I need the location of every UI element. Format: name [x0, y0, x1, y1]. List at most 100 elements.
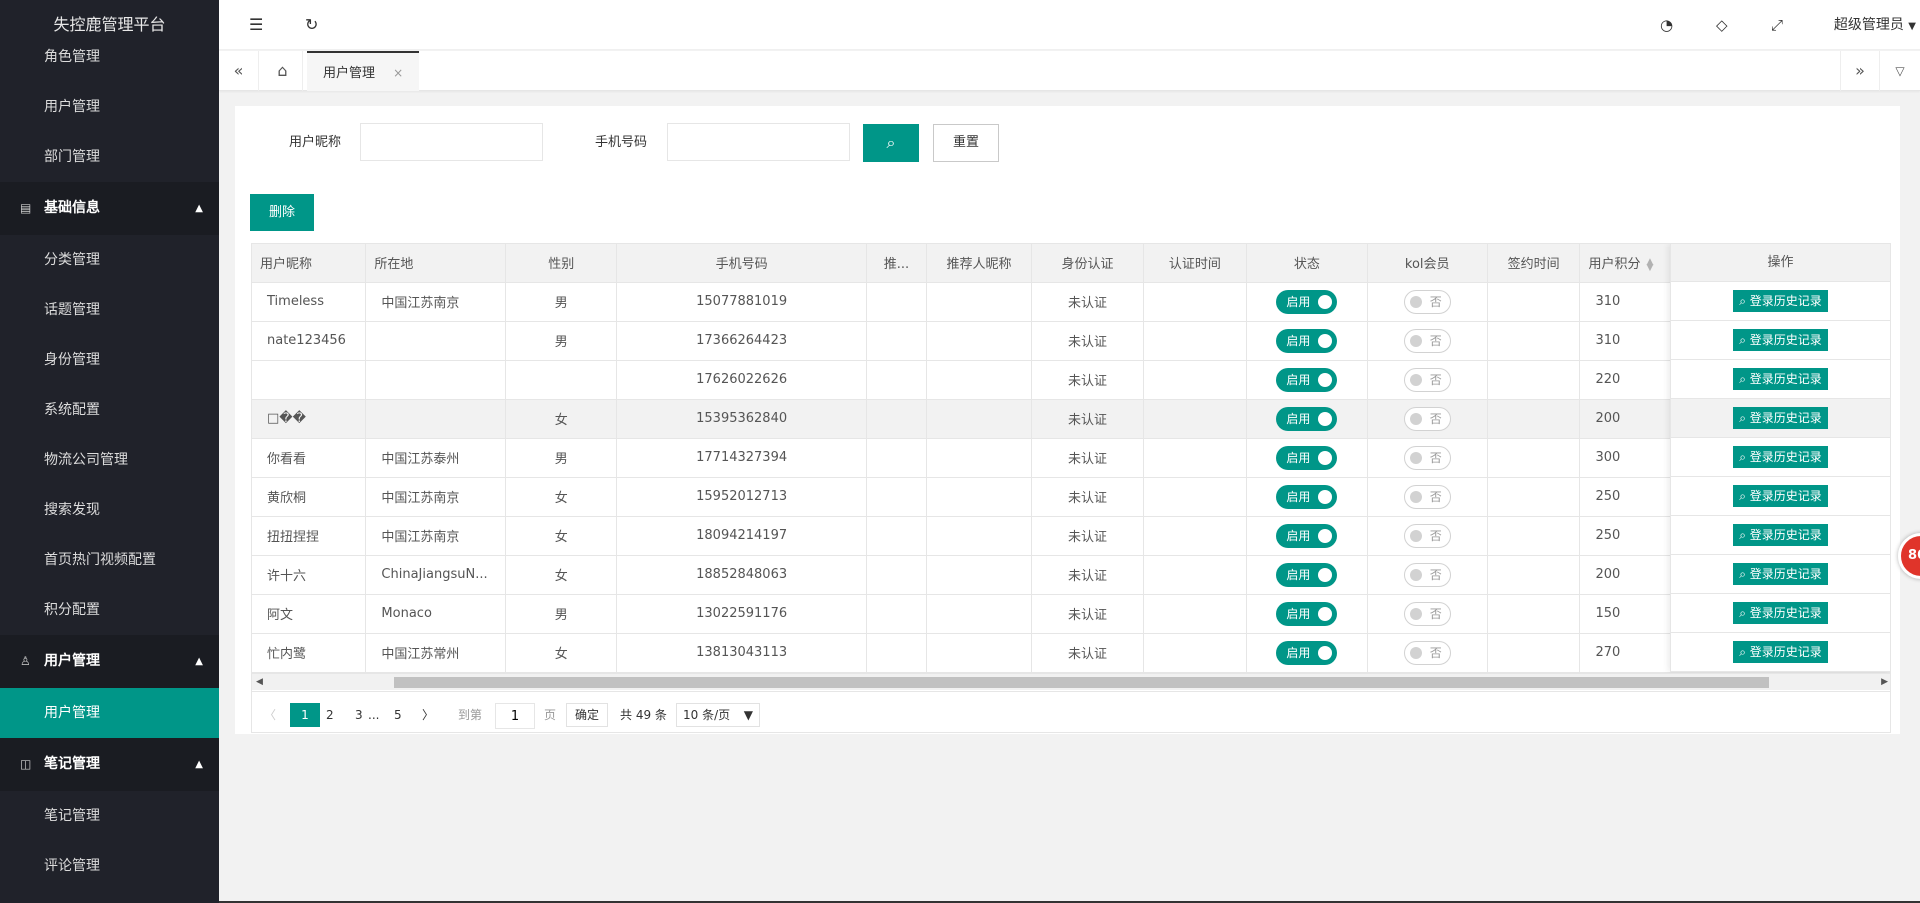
sidebar-group-note[interactable]: ◫ 笔记管理 ▲: [0, 738, 219, 791]
cell-phone: 17366264423: [616, 321, 868, 361]
operation-cell: ⌕ 登录历史记录: [1670, 438, 1890, 477]
phone-input[interactable]: [667, 123, 850, 161]
kol-cell: 否: [1367, 633, 1488, 673]
sidebar-item-category[interactable]: 分类管理: [0, 235, 219, 285]
sidebar-item-user[interactable]: 用户管理: [0, 82, 219, 132]
cell-auth: 未认证: [1031, 282, 1144, 322]
tag-icon[interactable]: ◇: [1716, 0, 1728, 50]
toggle-knob: [1409, 451, 1422, 464]
refresh-icon[interactable]: ↻: [305, 0, 318, 50]
scroll-right-arrow-icon[interactable]: ▶: [1881, 674, 1888, 691]
sidebar-item-dept[interactable]: 部门管理: [0, 132, 219, 182]
page-1[interactable]: 1: [290, 703, 320, 727]
sidebar-item-logistics[interactable]: 物流公司管理: [0, 435, 219, 485]
kol-toggle[interactable]: 否: [1403, 289, 1451, 314]
cell-auth_time: [1143, 555, 1248, 595]
kol-toggle[interactable]: 否: [1403, 445, 1451, 470]
login-history-button[interactable]: ⌕ 登录历史记录: [1733, 446, 1828, 468]
nickname-input[interactable]: [360, 123, 543, 161]
status-toggle[interactable]: 启用: [1276, 289, 1338, 314]
login-history-button[interactable]: ⌕ 登录历史记录: [1733, 407, 1828, 429]
status-toggle[interactable]: 启用: [1276, 601, 1338, 626]
reset-button[interactable]: 重置: [933, 124, 999, 162]
status-toggle[interactable]: 启用: [1276, 484, 1338, 509]
kol-toggle[interactable]: 否: [1403, 328, 1451, 353]
kol-toggle[interactable]: 否: [1403, 640, 1451, 665]
search-icon: ⌕: [1739, 528, 1746, 542]
page-3[interactable]: 3: [355, 703, 363, 727]
kol-toggle[interactable]: 否: [1403, 406, 1451, 431]
scroll-left-arrow-icon[interactable]: ◀: [256, 674, 263, 691]
sidebar-group-basic[interactable]: ▤ 基础信息 ▲: [0, 182, 219, 235]
status-toggle[interactable]: 启用: [1276, 406, 1338, 431]
kol-toggle[interactable]: 否: [1403, 523, 1451, 548]
sidebar-item-notes[interactable]: 笔记管理: [0, 791, 219, 841]
status-cell: 启用: [1246, 633, 1368, 673]
sidebar-item-sysconfig[interactable]: 系统配置: [0, 385, 219, 435]
status-toggle[interactable]: 启用: [1276, 328, 1338, 353]
login-history-button[interactable]: ⌕ 登录历史记录: [1733, 641, 1828, 663]
cell-nickname: 扭扭捏捏: [252, 516, 367, 556]
page-size-select[interactable]: 10 条/页 ▼: [676, 703, 760, 727]
scrollbar-thumb[interactable]: [394, 677, 1769, 688]
sidebar-item-role[interactable]: 角色管理: [0, 32, 219, 82]
goto-page-input[interactable]: [495, 703, 535, 729]
tab-close-icon[interactable]: ×: [393, 66, 403, 80]
delete-button[interactable]: 删除: [250, 194, 314, 231]
menu-fold-icon[interactable]: ☰: [249, 0, 263, 50]
col-phone: 手机号码: [616, 244, 868, 283]
sidebar-item-hot-video[interactable]: 首页热门视频配置: [0, 535, 219, 585]
status-toggle[interactable]: 启用: [1276, 523, 1338, 548]
kol-toggle[interactable]: 否: [1403, 484, 1451, 509]
sidebar-item-identity[interactable]: 身份管理: [0, 335, 219, 385]
cell-gender: 女: [505, 633, 618, 673]
col-sign-time: 签约时间: [1487, 244, 1581, 283]
login-history-button[interactable]: ⌕ 登录历史记录: [1733, 602, 1828, 624]
col-points-label: 用户积分: [1588, 257, 1641, 273]
status-toggle[interactable]: 启用: [1276, 367, 1338, 392]
login-history-button[interactable]: ⌕ 登录历史记录: [1733, 563, 1828, 585]
floating-notification-badge[interactable]: 86: [1898, 533, 1920, 579]
theme-palette-icon[interactable]: ◔: [1660, 0, 1673, 50]
login-history-button[interactable]: ⌕ 登录历史记录: [1733, 524, 1828, 546]
sidebar-item-search-discover[interactable]: 搜索发现: [0, 485, 219, 535]
sidebar-item-comments[interactable]: 评论管理: [0, 841, 219, 891]
kol-toggle[interactable]: 否: [1403, 562, 1451, 587]
cell-ref: [866, 594, 927, 634]
page-5[interactable]: 5: [394, 703, 402, 727]
tabs-scroll-right-icon[interactable]: »: [1840, 51, 1880, 91]
fullscreen-icon[interactable]: ⤢: [1771, 0, 1783, 50]
tab-user-management[interactable]: 用户管理 ×: [307, 51, 420, 91]
cell-gender: 男: [505, 438, 618, 478]
tabs-dropdown-icon[interactable]: ▽: [1880, 51, 1920, 91]
sidebar-group-user[interactable]: ♙ 用户管理 ▲: [0, 635, 219, 688]
sort-icon[interactable]: ▲ ▼: [1646, 257, 1653, 272]
user-menu[interactable]: 超级管理员 ▼: [1834, 0, 1920, 50]
status-cell: 启用: [1246, 477, 1368, 517]
toggle-knob: [1318, 606, 1333, 621]
next-page-icon[interactable]: 〉: [422, 703, 434, 727]
login-history-button[interactable]: ⌕ 登录历史记录: [1733, 290, 1828, 312]
status-toggle[interactable]: 启用: [1276, 445, 1338, 470]
login-history-button[interactable]: ⌕ 登录历史记录: [1733, 368, 1828, 390]
login-history-button[interactable]: ⌕ 登录历史记录: [1733, 329, 1828, 351]
home-icon[interactable]: ⌂: [263, 51, 303, 91]
page-2[interactable]: 2: [326, 703, 334, 727]
kol-toggle[interactable]: 否: [1403, 601, 1451, 626]
prev-page-icon[interactable]: 〈: [264, 703, 276, 727]
sidebar-item-topic[interactable]: 话题管理: [0, 285, 219, 335]
tabs-scroll-left-icon[interactable]: «: [219, 51, 259, 91]
status-toggle[interactable]: 启用: [1276, 562, 1338, 587]
sidebar-item-user-management[interactable]: 用户管理: [0, 688, 219, 738]
goto-confirm-button[interactable]: 确定: [566, 703, 608, 727]
sidebar-item-points-config[interactable]: 积分配置: [0, 585, 219, 635]
kol-toggle[interactable]: 否: [1403, 367, 1451, 392]
horizontal-scrollbar[interactable]: ◀ ▶: [252, 673, 1890, 691]
cell-auth_time: [1143, 633, 1248, 673]
operation-cell: ⌕ 登录历史记录: [1670, 321, 1890, 360]
login-history-button[interactable]: ⌕ 登录历史记录: [1733, 485, 1828, 507]
col-referrer-name: 推荐人昵称: [926, 244, 1033, 283]
status-toggle[interactable]: 启用: [1276, 640, 1338, 665]
search-button[interactable]: ⌕: [863, 124, 919, 162]
cell-ref_name: [926, 282, 1033, 322]
